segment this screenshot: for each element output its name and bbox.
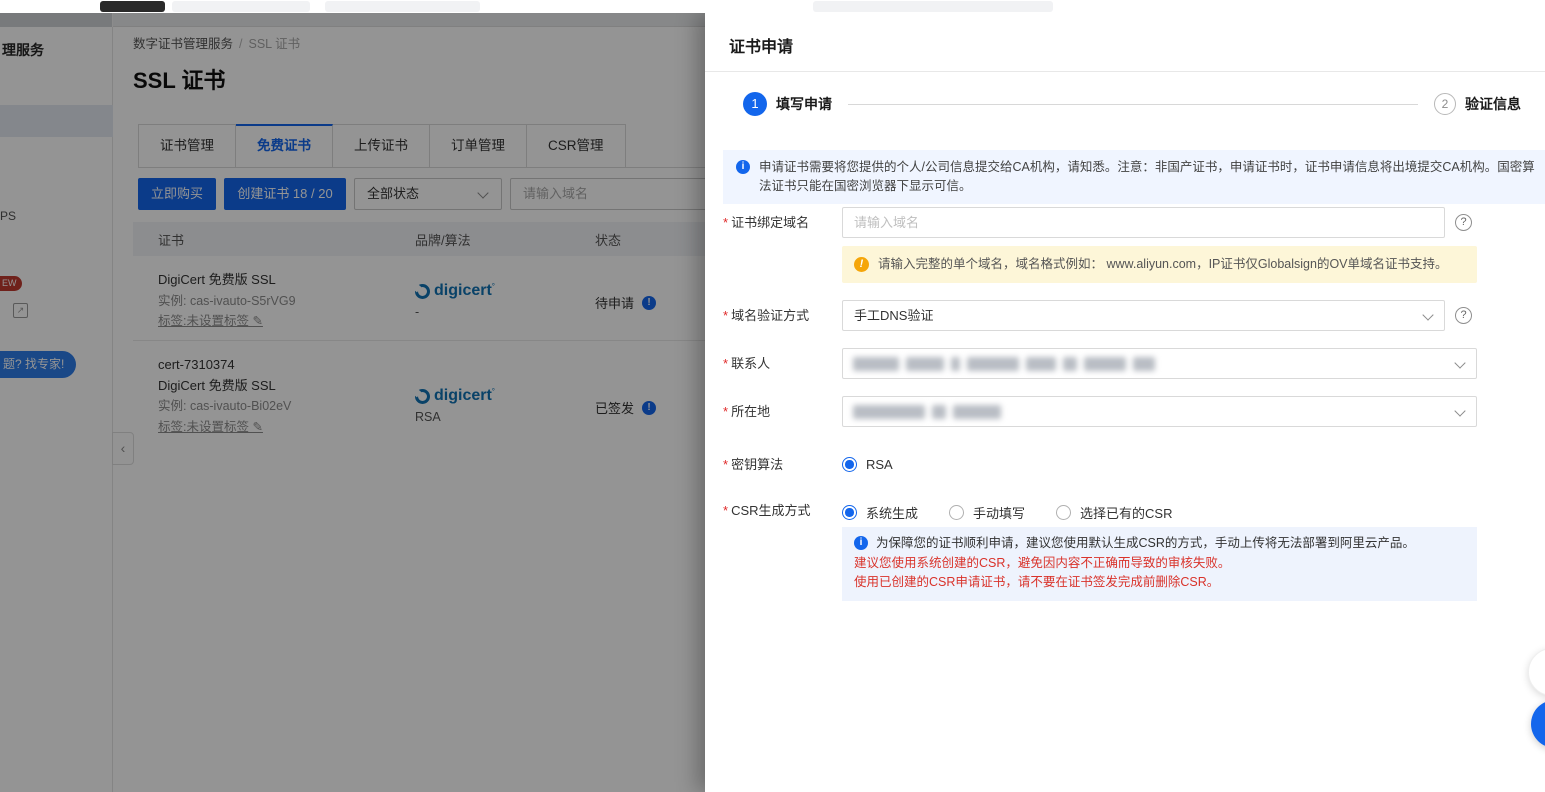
radio-csr-manual-label[interactable]: 手动填写 — [973, 503, 1025, 522]
verify-method-select[interactable]: 手工DNS验证 — [842, 300, 1445, 331]
label-text: 联系人 — [731, 356, 770, 371]
cert-apply-drawer: 证书申请 1 填写申请 2 验证信息 i 申请证书需要将您提供的个人/公司信息提… — [705, 13, 1545, 792]
label-text: 所在地 — [731, 404, 770, 419]
radio-csr-existing-label[interactable]: 选择已有的CSR — [1080, 503, 1172, 522]
algorithm-radio-group: RSA — [842, 457, 893, 472]
required-star: * — [723, 457, 728, 472]
drawer-header: 证书申请 — [705, 13, 1545, 72]
drawer-title: 证书申请 — [729, 33, 793, 57]
browser-strip — [0, 0, 1545, 13]
contact-select[interactable] — [842, 348, 1477, 379]
chevron-down-icon — [1422, 309, 1433, 320]
help-icon[interactable]: ? — [1455, 307, 1472, 324]
domain-warning-banner: ! 请输入完整的单个域名，域名格式例如： www.aliyun.com，IP证书… — [842, 246, 1477, 283]
required-star: * — [723, 308, 728, 323]
location-select[interactable] — [842, 396, 1477, 427]
redacted-tab — [100, 1, 165, 12]
field-label-contact: *联系人 — [723, 348, 770, 379]
radio-csr-manual[interactable] — [949, 505, 964, 520]
floating-action-button[interactable] — [1528, 648, 1545, 696]
csr-warning-line-2: 使用已创建的CSR申请证书，请不要在证书签发完成前删除CSR。 — [854, 573, 1465, 593]
warning-text: 请输入完整的单个域名，域名格式例如： www.aliyun.com，IP证书仅G… — [878, 257, 1448, 271]
radio-rsa[interactable] — [842, 457, 857, 472]
redacted-tab — [813, 1, 1053, 12]
field-label-verify: *域名验证方式 — [723, 300, 809, 331]
step-1-circle: 1 — [743, 92, 767, 116]
radio-rsa-label[interactable]: RSA — [866, 457, 893, 472]
modal-backdrop[interactable] — [0, 13, 706, 792]
field-label-algorithm: *密钥算法 — [723, 451, 783, 479]
step-connector — [848, 104, 1418, 105]
warning-icon: ! — [854, 257, 869, 272]
radio-csr-system-label[interactable]: 系统生成 — [866, 503, 918, 522]
required-star: * — [723, 404, 728, 419]
redacted-tab — [172, 1, 310, 12]
step-indicator: 1 填写申请 2 验证信息 — [743, 91, 1521, 117]
chevron-down-icon — [1454, 357, 1465, 368]
privacy-notice-banner: i 申请证书需要将您提供的个人/公司信息提交给CA机构，请知悉。注意：非国产证书… — [723, 150, 1545, 204]
csr-warning-line-1: 建议您使用系统创建的CSR，避免因内容不正确而导致的审核失败。 — [854, 554, 1465, 574]
info-icon: i — [854, 536, 868, 550]
step-2-circle: 2 — [1434, 93, 1456, 115]
domain-input[interactable]: 请输入域名 — [842, 207, 1445, 238]
verify-method-value: 手工DNS验证 — [854, 308, 933, 323]
step-2-label: 验证信息 — [1465, 94, 1521, 114]
notice-text: 申请证书需要将您提供的个人/公司信息提交给CA机构，请知悉。注意：非国产证书，申… — [759, 160, 1535, 193]
radio-csr-existing[interactable] — [1056, 505, 1071, 520]
label-text: 域名验证方式 — [731, 308, 809, 323]
required-star: * — [723, 503, 728, 518]
redacted-contact-value — [853, 357, 1155, 371]
info-icon: i — [736, 160, 750, 174]
field-label-csr: *CSR生成方式 — [723, 497, 811, 525]
csr-radio-group: 系统生成 手动填写 选择已有的CSR — [842, 503, 1172, 522]
redacted-location-value — [853, 405, 1001, 419]
label-text: 密钥算法 — [731, 457, 783, 472]
step-1-label: 填写申请 — [776, 94, 832, 114]
required-star: * — [723, 215, 728, 230]
required-star: * — [723, 356, 728, 371]
csr-tip-text: 为保障您的证书顺利申请，建议您使用默认生成CSR的方式，手动上传将无法部署到阿里… — [876, 536, 1415, 550]
chevron-down-icon — [1454, 405, 1465, 416]
radio-csr-system[interactable] — [842, 505, 857, 520]
help-icon[interactable]: ? — [1455, 214, 1472, 231]
customer-service-button[interactable] — [1531, 700, 1545, 748]
field-label-domain: *证书绑定域名 — [723, 207, 809, 238]
csr-tip-line: i 为保障您的证书顺利申请，建议您使用默认生成CSR的方式，手动上传将无法部署到… — [854, 534, 1465, 554]
field-label-location: *所在地 — [723, 396, 770, 427]
csr-tip-box: i 为保障您的证书顺利申请，建议您使用默认生成CSR的方式，手动上传将无法部署到… — [842, 527, 1477, 601]
label-text: 证书绑定域名 — [731, 215, 809, 230]
redacted-tab — [325, 1, 480, 12]
label-text: CSR生成方式 — [731, 503, 810, 518]
